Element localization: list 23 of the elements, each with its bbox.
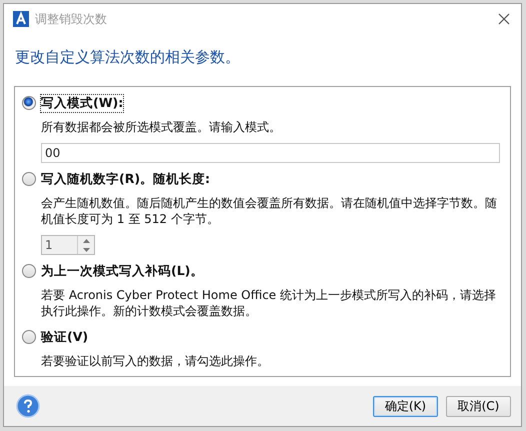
radio-button[interactable]	[22, 172, 36, 186]
close-icon	[498, 13, 510, 25]
up-arrow-icon[interactable]	[82, 238, 90, 242]
cancel-button[interactable]: 取消(C)	[446, 396, 511, 416]
radio-button[interactable]	[22, 264, 36, 278]
length-spinner[interactable]: 1	[41, 235, 95, 255]
window-title: 调整销毁次数	[35, 10, 108, 28]
option-description: 会产生随机数值。随后随机产生的数值会覆盖所有数据。请在随机值中选择字节数。随机值长度可为 1 至 512 个字节。	[40, 195, 498, 228]
option-description: 若要验证以前写入的数据，请勾选此操作。	[40, 353, 270, 370]
pattern-input-field[interactable]: 00	[41, 143, 500, 163]
option-label[interactable]: 验证(V)	[41, 328, 88, 346]
help-icon[interactable]	[16, 394, 40, 418]
radio-button[interactable]	[22, 330, 36, 344]
option-label[interactable]: 写入随机数字(R)。随机长度:	[41, 170, 210, 188]
option-label[interactable]: 写入模式(W):	[41, 94, 124, 112]
radio-button[interactable]	[22, 96, 36, 110]
ok-button[interactable]: 确定(K)	[373, 396, 438, 416]
option-description: 若要 Acronis Cyber Protect Home Office 统计为上一步模式所写入的补码，请选择执行此操作。新的计数模式会覆盖数据。	[40, 287, 497, 320]
option-description: 所有数据都会被所选模式覆盖。请输入模式。	[40, 119, 282, 136]
dialog-heading: 更改自定义算法次数的相关参数。	[14, 47, 241, 68]
option-label[interactable]: 为上一次模式写入补码(L)。	[41, 262, 204, 280]
app-logo-icon	[13, 11, 29, 27]
down-arrow-icon[interactable]	[82, 248, 90, 252]
